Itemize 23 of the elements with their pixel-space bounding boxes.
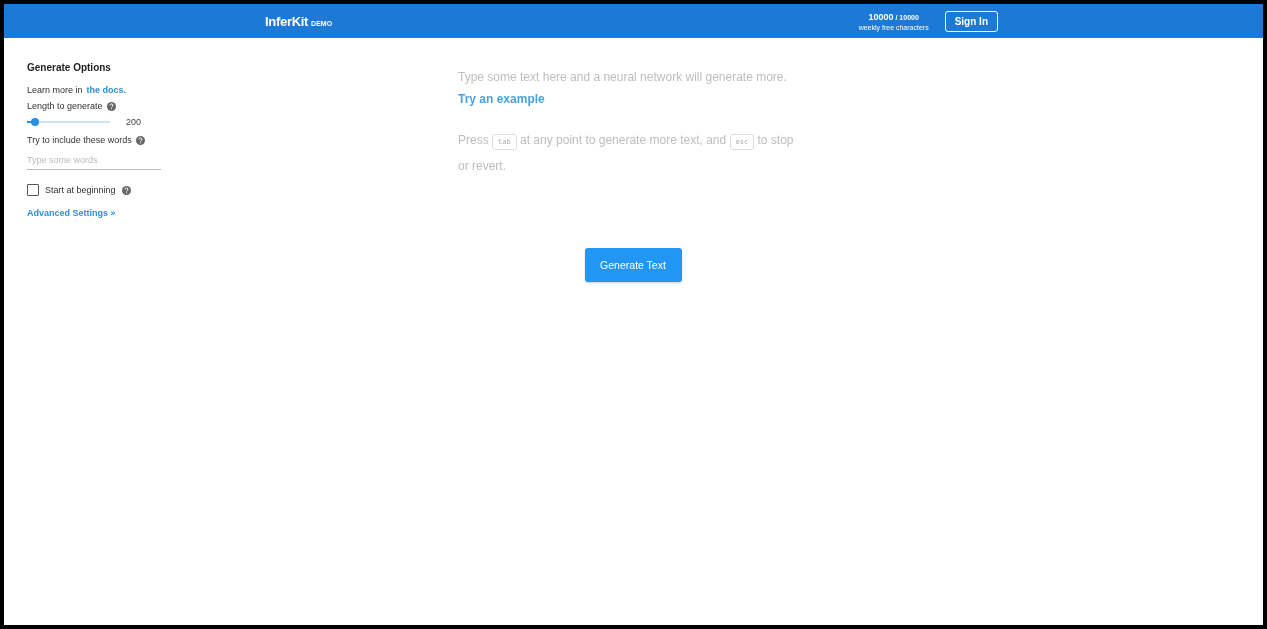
sign-in-button[interactable]: Sign In [944,10,998,32]
slider-thumb[interactable] [31,118,40,126]
example-link[interactable]: Try an example [458,92,545,106]
quota-used: 10000 [868,11,894,22]
text-editor-field[interactable]: Type some text here and a neural network will generate more. [458,70,808,84]
help-icon[interactable] [135,135,145,145]
hint-text: to stop [757,133,794,147]
hint-text: Press [458,133,489,147]
hint-text: at any point to generate more text, and [520,133,727,147]
slider-value: 200 [126,117,142,127]
checkbox[interactable] [27,184,39,196]
logo-text: InferKit [265,13,309,29]
checkbox-label: Start at beginning [45,185,116,195]
help-icon[interactable] [106,101,116,111]
docs-link[interactable]: the docs. [86,85,127,95]
field-label: Try to include these words [27,135,132,145]
generate-button[interactable]: Generate Text [584,248,682,282]
field-label: Length to generate [27,101,103,111]
hint-text: or revert. [458,159,506,173]
advanced-settings-link[interactable]: Advanced Settings » [27,208,116,218]
label: Learn more in [27,85,83,95]
help-icon[interactable] [121,185,131,195]
section-title: Generate Options [27,62,111,73]
